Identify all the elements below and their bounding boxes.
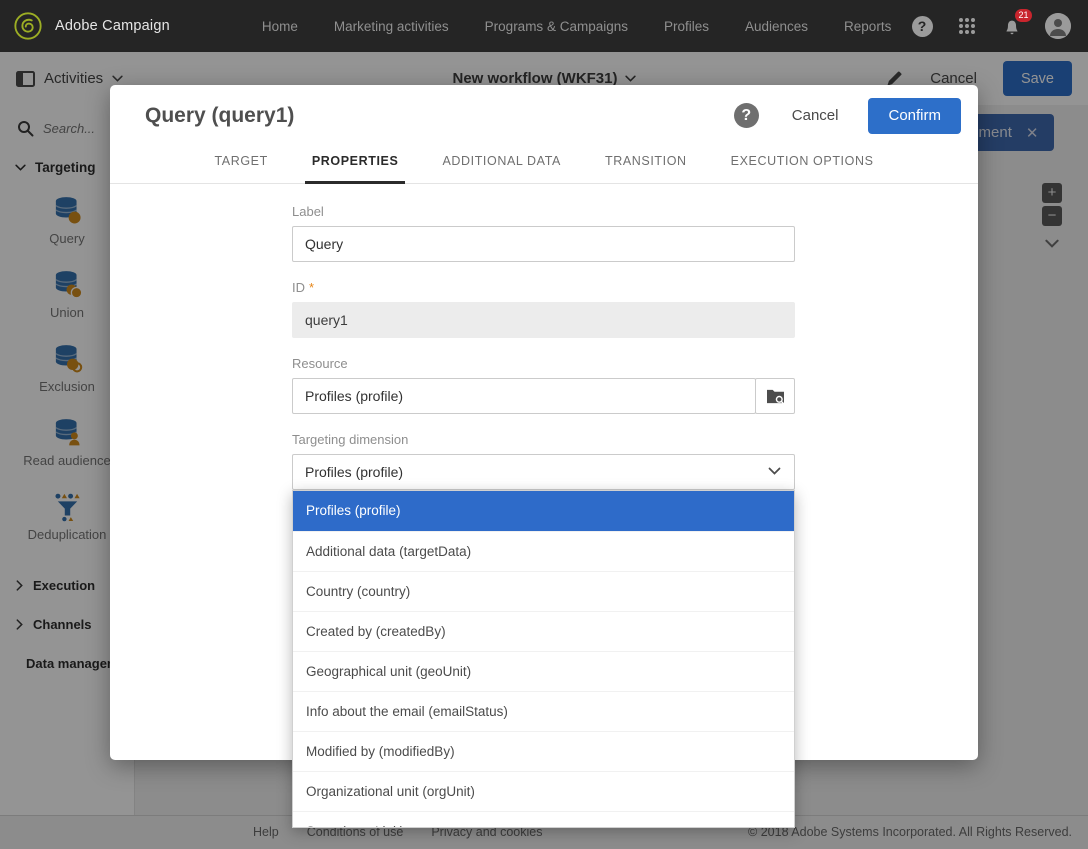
dialog-title: Query (query1) — [145, 104, 734, 128]
option-country[interactable]: Country (country) — [293, 571, 794, 611]
tab-properties[interactable]: PROPERTIES — [310, 142, 401, 183]
required-asterisk: * — [309, 280, 314, 295]
dialog-confirm-button[interactable]: Confirm — [868, 98, 961, 134]
adobe-campaign-logo-icon — [13, 11, 43, 41]
option-created-by[interactable]: Created by (createdBy) — [293, 611, 794, 651]
option-state[interactable]: State (stateLink) — [293, 811, 794, 828]
nav-item-marketing-activities[interactable]: Marketing activities — [334, 19, 449, 34]
nav-item-programs-campaigns[interactable]: Programs & Campaigns — [485, 19, 628, 34]
nav-item-profiles[interactable]: Profiles — [664, 19, 709, 34]
nav-item-reports[interactable]: Reports — [844, 19, 891, 34]
targeting-dimension-select[interactable]: Profiles (profile) — [292, 454, 795, 490]
option-additional-data[interactable]: Additional data (targetData) — [293, 531, 794, 571]
chevron-down-icon — [768, 467, 781, 475]
tab-execution-options[interactable]: EXECUTION OPTIONS — [729, 142, 876, 183]
resource-picker-icon — [766, 388, 785, 405]
id-input — [292, 302, 795, 338]
option-geographical-unit[interactable]: Geographical unit (geoUnit) — [293, 651, 794, 691]
avatar[interactable] — [1045, 13, 1071, 39]
dialog-tabs: TARGET PROPERTIES ADDITIONAL DATA TRANSI… — [110, 142, 978, 184]
nav-item-audiences[interactable]: Audiences — [745, 19, 808, 34]
targeting-dimension-listbox: Profiles (profile) Additional data (targ… — [292, 490, 795, 828]
tab-target[interactable]: TARGET — [212, 142, 269, 183]
tab-transition[interactable]: TRANSITION — [603, 142, 689, 183]
dialog-cancel-button[interactable]: Cancel — [792, 107, 839, 124]
main-nav: Home Marketing activities Programs & Cam… — [262, 19, 891, 34]
tab-additional-data[interactable]: ADDITIONAL DATA — [440, 142, 563, 183]
top-navbar: Adobe Campaign Home Marketing activities… — [0, 0, 1088, 52]
notifications-bell-icon[interactable]: 21 — [1000, 14, 1024, 38]
option-info-about-email[interactable]: Info about the email (emailStatus) — [293, 691, 794, 731]
label-input[interactable] — [292, 226, 795, 262]
resource-picker-button[interactable] — [755, 378, 795, 414]
help-icon[interactable]: ? — [734, 103, 759, 128]
option-profiles[interactable]: Profiles (profile) — [293, 491, 794, 531]
option-organizational-unit[interactable]: Organizational unit (orgUnit) — [293, 771, 794, 811]
id-field-label: ID* — [292, 280, 795, 295]
nav-item-home[interactable]: Home — [262, 19, 298, 34]
brand: Adobe Campaign — [0, 11, 170, 41]
resource-input[interactable] — [292, 378, 756, 414]
targeting-dimension-label: Targeting dimension — [292, 432, 795, 447]
app-grid-icon[interactable] — [955, 14, 979, 38]
label-field-label: Label — [292, 204, 795, 219]
help-icon[interactable]: ? — [910, 14, 934, 38]
resource-field-label: Resource — [292, 356, 795, 371]
notification-badge: 21 — [1015, 9, 1032, 22]
brand-title: Adobe Campaign — [55, 18, 170, 34]
option-modified-by[interactable]: Modified by (modifiedBy) — [293, 731, 794, 771]
